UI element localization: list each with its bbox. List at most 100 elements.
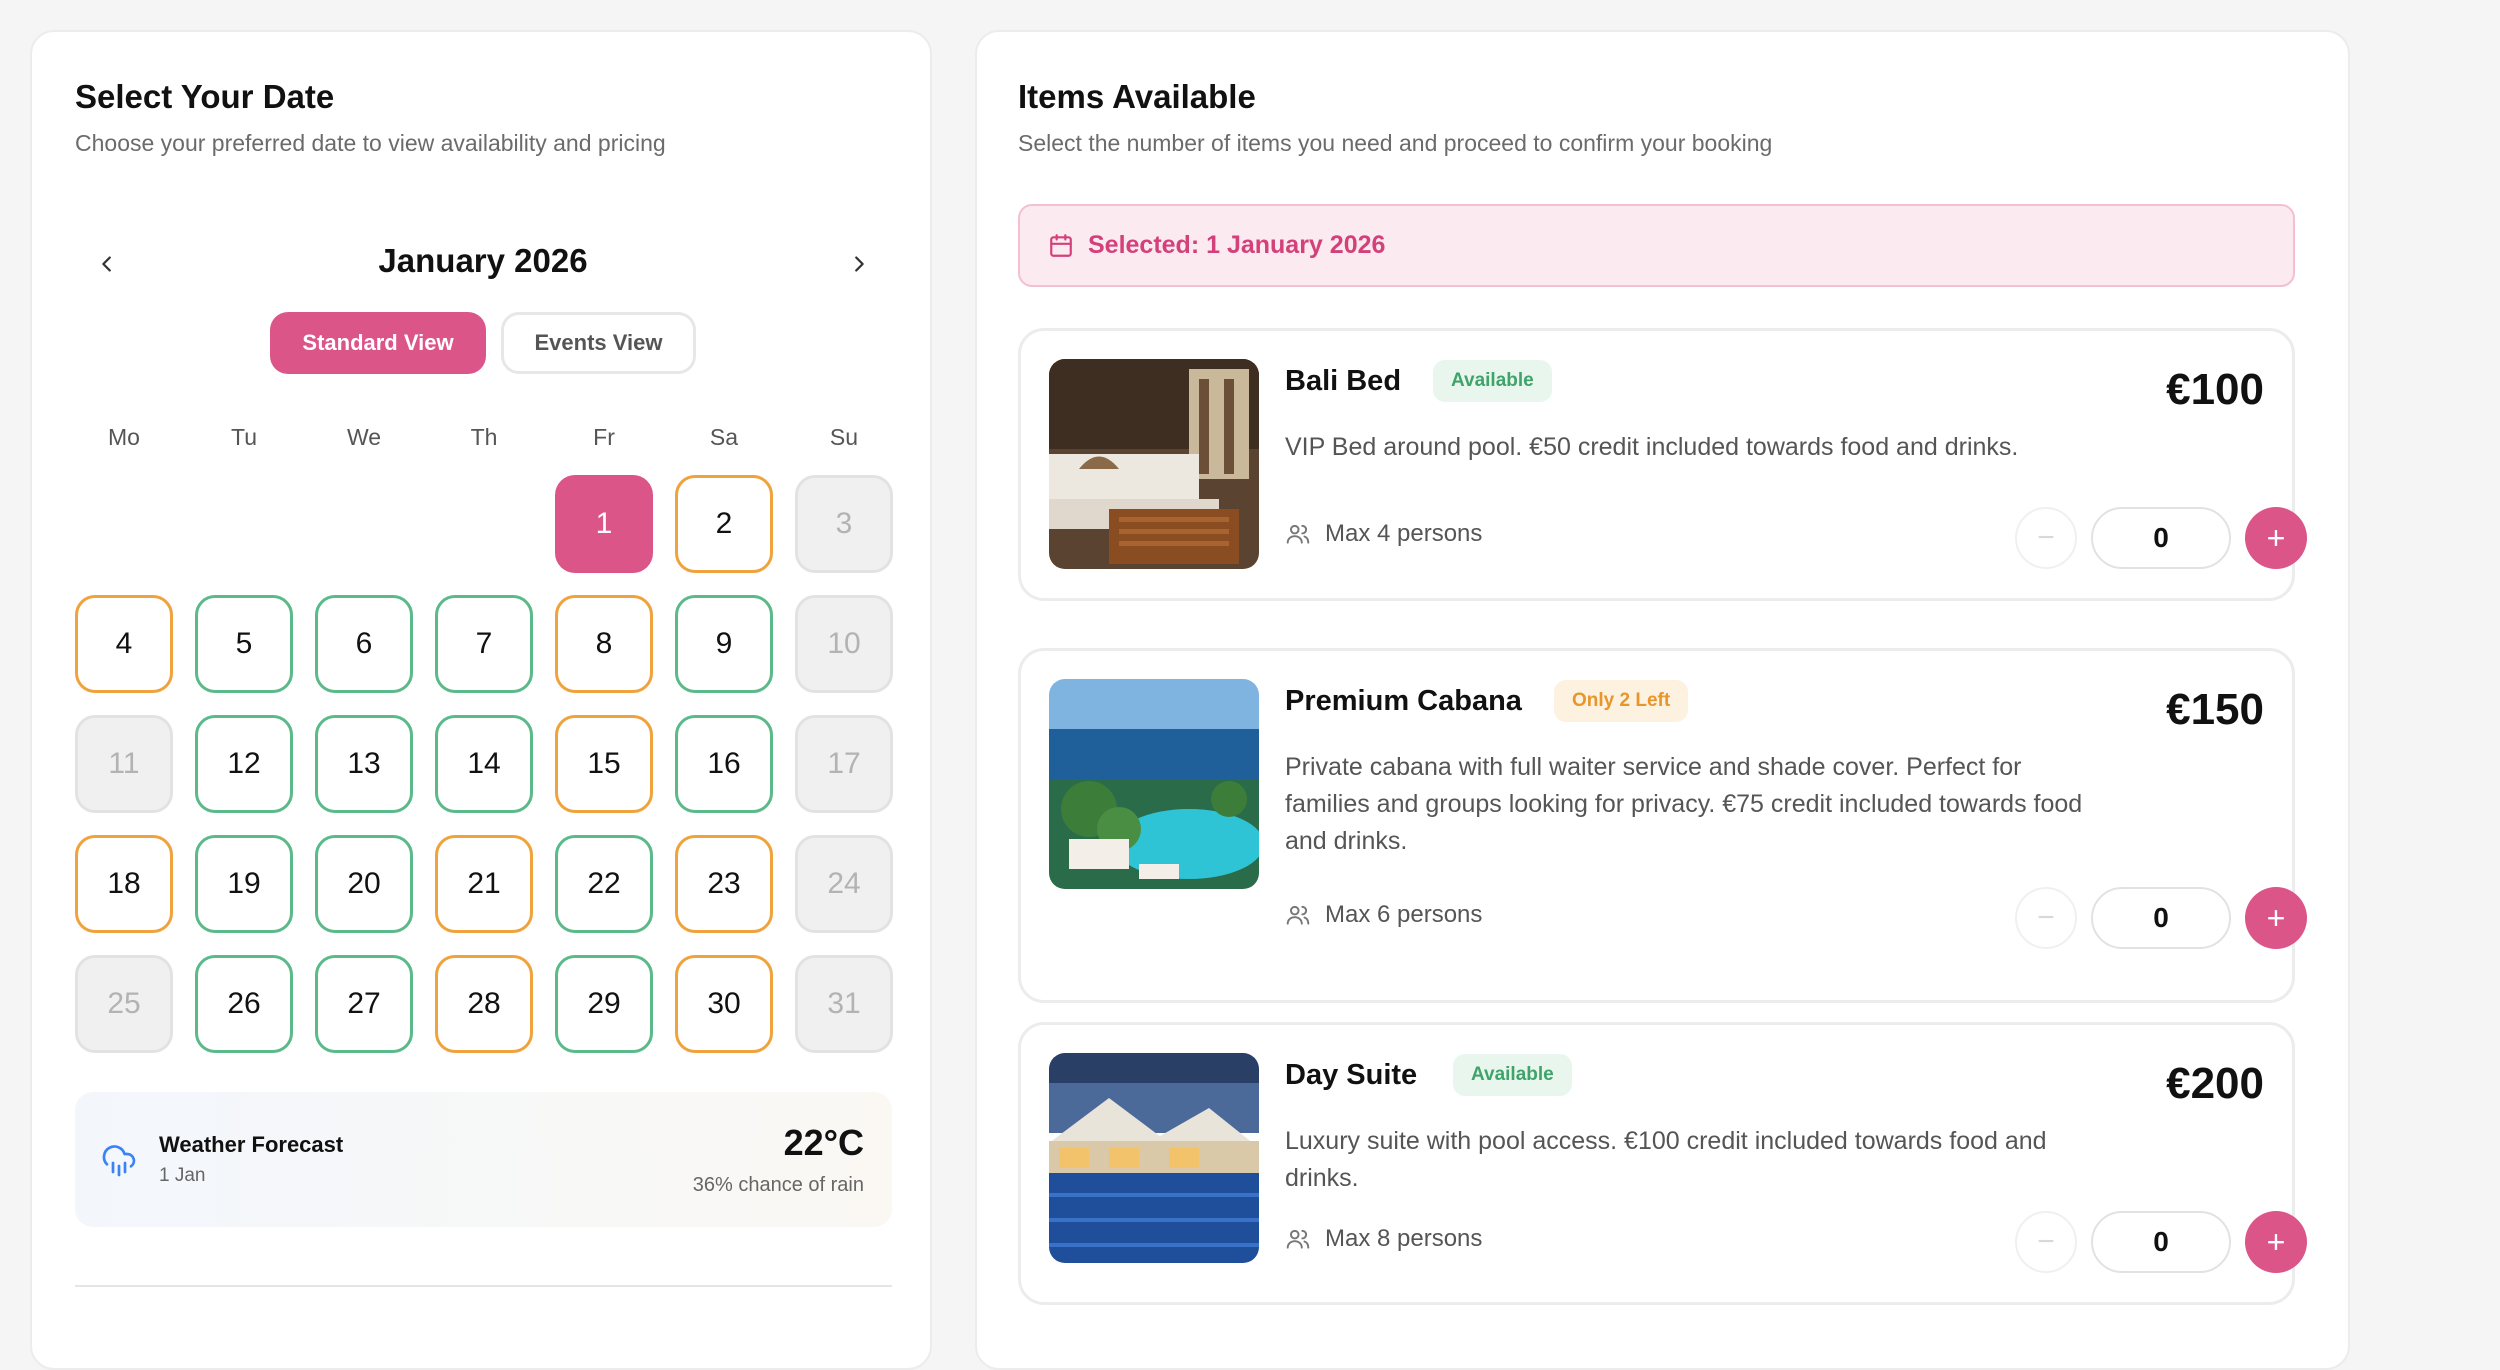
calendar-day[interactable]: 8	[555, 595, 653, 693]
calendar-day[interactable]: 5	[195, 595, 293, 693]
next-month-button[interactable]	[839, 244, 879, 284]
decrease-quantity-button[interactable]: −	[2015, 507, 2077, 569]
standard-view-button[interactable]: Standard View	[270, 312, 486, 374]
decrease-quantity-button[interactable]: −	[2015, 887, 2077, 949]
weekday-label: Tu	[231, 424, 257, 450]
calendar-month-label: January 2026	[378, 242, 588, 279]
item-price: €150	[2166, 685, 2264, 734]
calendar-day: 3	[795, 475, 893, 573]
users-icon	[1286, 524, 1310, 544]
weekday-label: Fr	[593, 424, 615, 450]
calendar-day[interactable]: 28	[435, 955, 533, 1053]
calendar-day[interactable]: 1	[555, 475, 653, 573]
weekday-label: We	[346, 424, 382, 450]
plus-icon: +	[2266, 519, 2286, 556]
increase-quantity-button[interactable]: +	[2245, 507, 2307, 569]
calendar-day[interactable]: 16	[675, 715, 773, 813]
status-badge: Available	[1453, 1054, 1572, 1096]
status-badge: Only 2 Left	[1554, 680, 1689, 722]
item-image-bali-bed	[1049, 359, 1259, 569]
item-capacity-label: Max 4 persons	[1325, 520, 1483, 547]
calendar-day[interactable]: 22	[555, 835, 653, 933]
calendar-day: 24	[795, 835, 893, 933]
plus-icon: +	[2266, 899, 2286, 936]
weekday-label: Th	[470, 424, 498, 450]
item-description: VIP Bed around pool. €50 credit included…	[1285, 433, 2019, 461]
item-capacity-label: Max 8 persons	[1325, 1225, 1483, 1252]
calendar-day: 10	[795, 595, 893, 693]
minus-icon: −	[2037, 1225, 2055, 1258]
item-price: €100	[2166, 365, 2264, 414]
users-icon	[1286, 905, 1310, 925]
calendar-day: 25	[75, 955, 173, 1053]
calendar-day[interactable]: 23	[675, 835, 773, 933]
quantity-value[interactable]: 0	[2091, 1211, 2231, 1273]
calendar-day[interactable]: 7	[435, 595, 533, 693]
selected-date-label: Selected: 1 January 2026	[1088, 231, 1386, 259]
minus-icon: −	[2037, 901, 2055, 934]
calendar-day[interactable]: 30	[675, 955, 773, 1053]
item-image-day-suite	[1049, 1053, 1259, 1263]
calendar-day[interactable]: 19	[195, 835, 293, 933]
item-name: Premium Cabana	[1285, 685, 1522, 717]
plus-icon: +	[2266, 1223, 2286, 1260]
item-description: Luxury suite with pool access. €100 cred…	[1285, 1127, 2047, 1192]
weather-date: 1 Jan	[159, 1165, 206, 1186]
increase-quantity-button[interactable]: +	[2245, 1211, 2307, 1273]
item-card-bali-bed: Bali Bed Available €100 VIP Bed around p…	[1018, 328, 2307, 601]
calendar-day[interactable]: 27	[315, 955, 413, 1053]
item-card-premium-cabana: Premium Cabana Only 2 Left €150 Private …	[1018, 648, 2307, 1003]
item-capacity: Max 6 persons	[1285, 901, 1482, 929]
calendar-day[interactable]: 13	[315, 715, 413, 813]
item-capacity-label: Max 6 persons	[1325, 901, 1483, 928]
weekday-label: Mo	[108, 424, 140, 450]
chevron-right-icon	[855, 256, 864, 272]
weekday-label: Su	[829, 424, 859, 450]
calendar-day[interactable]: 20	[315, 835, 413, 933]
date-panel-title: Select Your Date	[75, 78, 335, 115]
items-panel-subtitle: Select the number of items you need and …	[1018, 130, 1773, 156]
quantity-value[interactable]: 0	[2091, 887, 2231, 949]
selected-date-banner: Selected: 1 January 2026	[1018, 204, 2295, 287]
calendar-day[interactable]: 21	[435, 835, 533, 933]
events-view-button[interactable]: Events View	[501, 312, 696, 374]
cloud-rain-icon	[101, 1142, 137, 1183]
calendar-day[interactable]: 14	[435, 715, 533, 813]
quantity-value[interactable]: 0	[2091, 507, 2231, 569]
weather-temperature: 22°C	[783, 1122, 864, 1163]
date-panel-subtitle: Choose your preferred date to view avail…	[75, 130, 666, 156]
item-image-premium-cabana	[1049, 679, 1259, 889]
items-panel-title: Items Available	[1018, 78, 1256, 115]
users-icon	[1286, 1229, 1310, 1249]
weather-title: Weather Forecast	[159, 1132, 344, 1157]
weather-forecast-card: Weather Forecast 1 Jan 22°C 36% chance o…	[75, 1092, 892, 1227]
item-card-day-suite: Day Suite Available €200 Luxury suite wi…	[1018, 1022, 2307, 1305]
calendar-day[interactable]: 4	[75, 595, 173, 693]
minus-icon: −	[2037, 521, 2055, 554]
item-description: Private cabana with full waiter service …	[1285, 753, 2083, 855]
calendar-day: 17	[795, 715, 893, 813]
calendar-day[interactable]: 9	[675, 595, 773, 693]
date-panel: Select Your Date Choose your preferred d…	[30, 30, 932, 1370]
item-capacity: Max 4 persons	[1285, 520, 1482, 548]
calendar-day[interactable]: 15	[555, 715, 653, 813]
weekday-label: Sa	[709, 424, 739, 450]
calendar-day: 31	[795, 955, 893, 1053]
item-capacity: Max 8 persons	[1285, 1225, 1482, 1253]
calendar-day[interactable]: 18	[75, 835, 173, 933]
status-badge: Available	[1433, 360, 1552, 402]
item-name: Day Suite	[1285, 1059, 1418, 1091]
calendar-icon	[1050, 233, 1072, 257]
calendar-day[interactable]: 29	[555, 955, 653, 1053]
weather-rain-chance: 36% chance of rain	[692, 1174, 864, 1196]
item-price: €200	[2166, 1059, 2264, 1108]
items-panel: Items Available Select the number of ite…	[975, 30, 2350, 1370]
item-name: Bali Bed	[1285, 365, 1402, 397]
calendar-day[interactable]: 12	[195, 715, 293, 813]
calendar-day[interactable]: 26	[195, 955, 293, 1053]
calendar-day: 11	[75, 715, 173, 813]
calendar-day[interactable]: 6	[315, 595, 413, 693]
decrease-quantity-button[interactable]: −	[2015, 1211, 2077, 1273]
calendar-day[interactable]: 2	[675, 475, 773, 573]
increase-quantity-button[interactable]: +	[2245, 887, 2307, 949]
